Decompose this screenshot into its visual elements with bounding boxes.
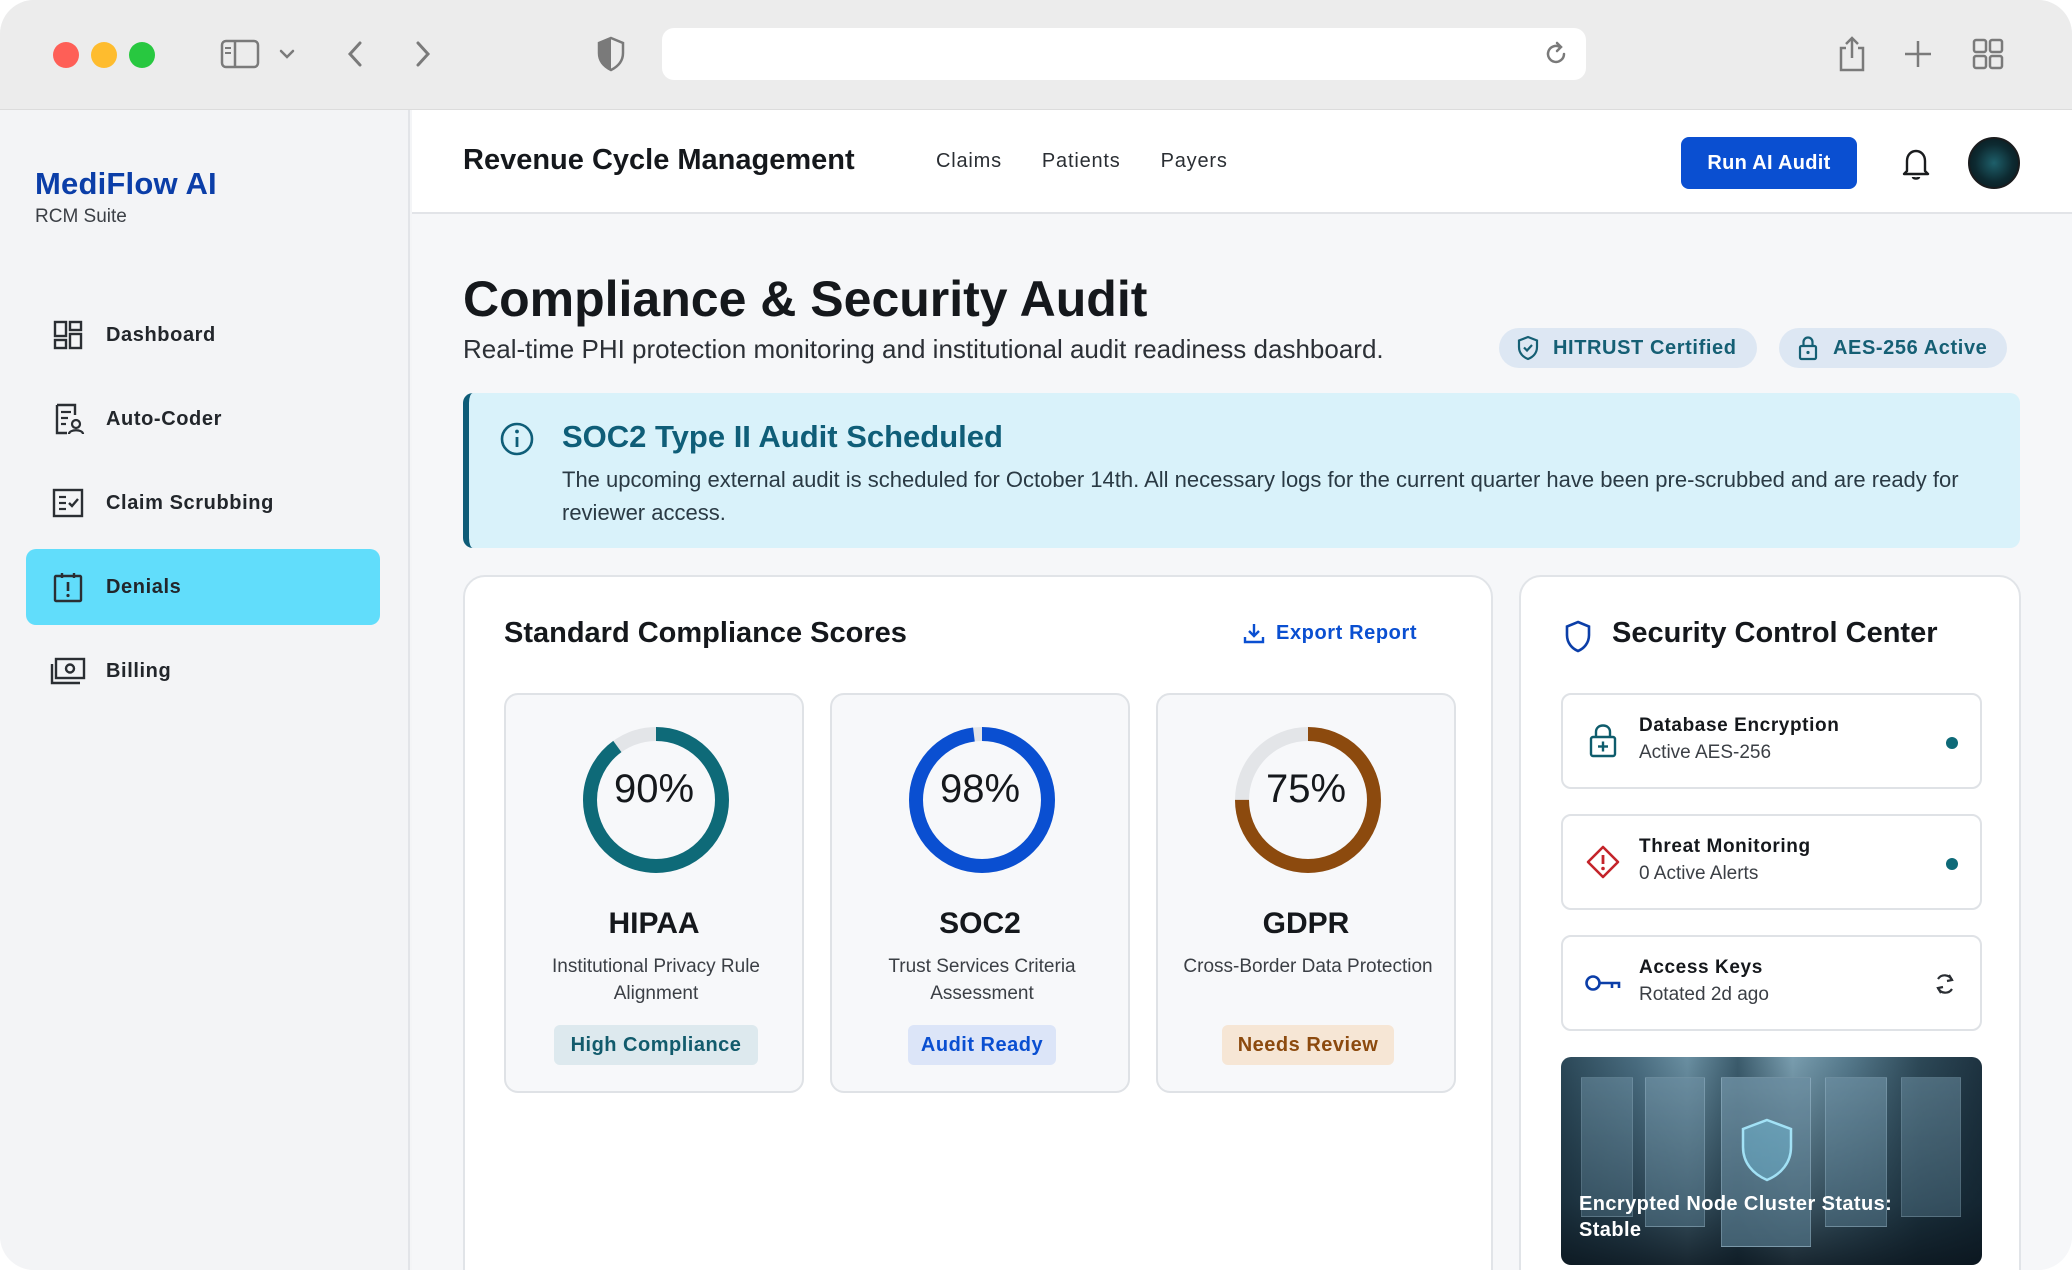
sidebar-item-label: Auto-Coder xyxy=(106,407,222,430)
sidebar-item-label: Dashboard xyxy=(106,323,216,346)
shield-hologram-icon xyxy=(1741,1118,1793,1182)
sidebar: MediFlow AI RCM Suite Dashboard Auto-Cod… xyxy=(0,110,410,1270)
forward-icon[interactable] xyxy=(408,32,438,76)
hitrust-badge: HITRUST Certified xyxy=(1499,328,1757,368)
chevron-down-icon[interactable] xyxy=(274,32,300,76)
aes-badge: AES-256 Active xyxy=(1779,328,2008,368)
nav-link-payers[interactable]: Payers xyxy=(1161,150,1228,173)
tab-overview-icon[interactable] xyxy=(1970,32,2006,76)
dashboard-grid-icon xyxy=(50,317,86,353)
score-description: Trust Services Criteria Assessment xyxy=(888,956,1076,1004)
score-card-soc2[interactable]: 98% SOC2 Trust Services Criteria Assessm… xyxy=(830,693,1130,1093)
security-item-threat-monitoring[interactable]: Threat Monitoring 0 Active Alerts xyxy=(1561,814,1982,910)
browser-window: MediFlow AI RCM Suite Dashboard Auto-Cod… xyxy=(0,0,2072,1270)
sidebar-item-label: Claim Scrubbing xyxy=(106,491,274,514)
rotate-keys-icon[interactable] xyxy=(1930,969,1960,999)
brand-subtitle: RCM Suite xyxy=(35,206,127,227)
status-badge: High Compliance xyxy=(554,1025,758,1065)
card-title: Standard Compliance Scores xyxy=(504,617,907,649)
sidebar-item-auto-coder[interactable]: Auto-Coder xyxy=(26,381,380,457)
security-control-card: Security Control Center Database Encrypt… xyxy=(1519,575,2021,1270)
download-icon xyxy=(1243,624,1265,644)
security-item-database-encryption[interactable]: Database Encryption Active AES-256 xyxy=(1561,693,1982,789)
sidebar-nav: Dashboard Auto-Coder Claim Scrubbing Den… xyxy=(26,297,380,717)
sidebar-item-billing[interactable]: Billing xyxy=(26,633,380,709)
status-dot xyxy=(1946,858,1958,870)
close-window-button[interactable] xyxy=(53,42,79,68)
compliance-scores-card: Standard Compliance Scores Export Report… xyxy=(463,575,1493,1270)
security-item-status: 0 Active Alerts xyxy=(1639,863,1759,884)
key-icon xyxy=(1583,963,1623,1003)
sidebar-item-denials[interactable]: Denials xyxy=(26,549,380,625)
warning-diamond-icon xyxy=(1583,842,1623,882)
node-cluster-caption: Encrypted Node Cluster Status: Stable xyxy=(1579,1193,1893,1241)
score-percent: 90% xyxy=(613,767,695,811)
score-name: SOC2 xyxy=(939,907,1021,940)
nav-link-claims[interactable]: Claims xyxy=(936,150,1002,173)
privacy-shield-icon[interactable] xyxy=(594,32,628,76)
score-percent: 75% xyxy=(1265,767,1347,811)
score-description: Cross-Border Data Protection xyxy=(1183,956,1433,977)
minimize-window-button[interactable] xyxy=(91,42,117,68)
export-report-link[interactable]: Export Report xyxy=(1242,621,1417,645)
security-item-name: Threat Monitoring xyxy=(1639,836,1811,857)
status-badge: Audit Ready xyxy=(908,1025,1056,1065)
share-icon[interactable] xyxy=(1834,32,1870,76)
page-title: Compliance & Security Audit xyxy=(463,271,1148,327)
status-dot xyxy=(1946,737,1958,749)
security-item-status: Rotated 2d ago xyxy=(1639,984,1769,1005)
top-bar: Revenue Cycle Management Claims Patients… xyxy=(412,110,2072,214)
browser-toolbar xyxy=(0,0,2072,110)
address-bar[interactable] xyxy=(662,28,1586,80)
billing-cash-icon xyxy=(50,653,86,689)
status-badge: Needs Review xyxy=(1222,1025,1394,1065)
badge-label: HITRUST Certified xyxy=(1553,336,1737,359)
page-subtitle: Real-time PHI protection monitoring and … xyxy=(463,334,1384,364)
audit-scheduled-alert: SOC2 Type II Audit Scheduled The upcomin… xyxy=(463,393,2020,548)
top-nav: Claims Patients Payers xyxy=(936,150,1228,173)
sidebar-item-label: Denials xyxy=(106,575,182,598)
export-report-label: Export Report xyxy=(1276,621,1418,644)
brand-name[interactable]: MediFlow AI xyxy=(35,166,217,202)
score-description: Institutional Privacy Rule Alignment xyxy=(551,956,761,1004)
lock-plus-icon xyxy=(1583,721,1623,761)
app-title: Revenue Cycle Management xyxy=(463,144,855,176)
sidebar-item-dashboard[interactable]: Dashboard xyxy=(26,297,380,373)
badge-label: AES-256 Active xyxy=(1833,336,1988,359)
reload-icon[interactable] xyxy=(1540,38,1572,70)
security-item-access-keys[interactable]: Access Keys Rotated 2d ago xyxy=(1561,935,1982,1031)
auto-coder-icon xyxy=(50,401,86,437)
security-item-name: Access Keys xyxy=(1639,957,1763,978)
card-title: Security Control Center xyxy=(1612,617,1938,649)
nav-link-patients[interactable]: Patients xyxy=(1042,150,1121,173)
shield-check-icon xyxy=(1517,335,1539,361)
back-icon[interactable] xyxy=(340,32,370,76)
security-item-status: Active AES-256 xyxy=(1639,742,1772,763)
security-item-name: Database Encryption xyxy=(1639,715,1840,736)
score-card-gdpr[interactable]: 75% GDPR Cross-Border Data Protection Ne… xyxy=(1156,693,1456,1093)
lock-icon xyxy=(1798,336,1818,361)
run-ai-audit-button[interactable]: Run AI Audit xyxy=(1681,137,1857,189)
score-percent: 98% xyxy=(939,767,1021,811)
alert-title: SOC2 Type II Audit Scheduled xyxy=(562,419,1003,454)
zoom-window-button[interactable] xyxy=(129,42,155,68)
alert-body: The upcoming external audit is scheduled… xyxy=(562,467,1959,525)
node-cluster-image: Encrypted Node Cluster Status: Stable xyxy=(1561,1057,1982,1265)
checklist-icon xyxy=(50,485,86,521)
info-icon xyxy=(500,422,534,456)
main-content: Compliance & Security Audit Real-time PH… xyxy=(412,214,2072,1270)
new-tab-icon[interactable] xyxy=(1900,32,1936,76)
sidebar-item-label: Billing xyxy=(106,659,172,682)
score-name: HIPAA xyxy=(608,907,700,940)
notification-bell-icon[interactable] xyxy=(1896,144,1936,184)
alert-square-icon xyxy=(50,569,86,605)
score-name: GDPR xyxy=(1262,907,1350,940)
sidebar-item-claim-scrubbing[interactable]: Claim Scrubbing xyxy=(26,465,380,541)
shield-icon xyxy=(1565,620,1591,653)
score-card-hipaa[interactable]: 90% HIPAA Institutional Privacy Rule Ali… xyxy=(504,693,804,1093)
user-avatar[interactable] xyxy=(1968,137,2020,189)
sidebar-toggle-icon[interactable] xyxy=(216,32,264,76)
